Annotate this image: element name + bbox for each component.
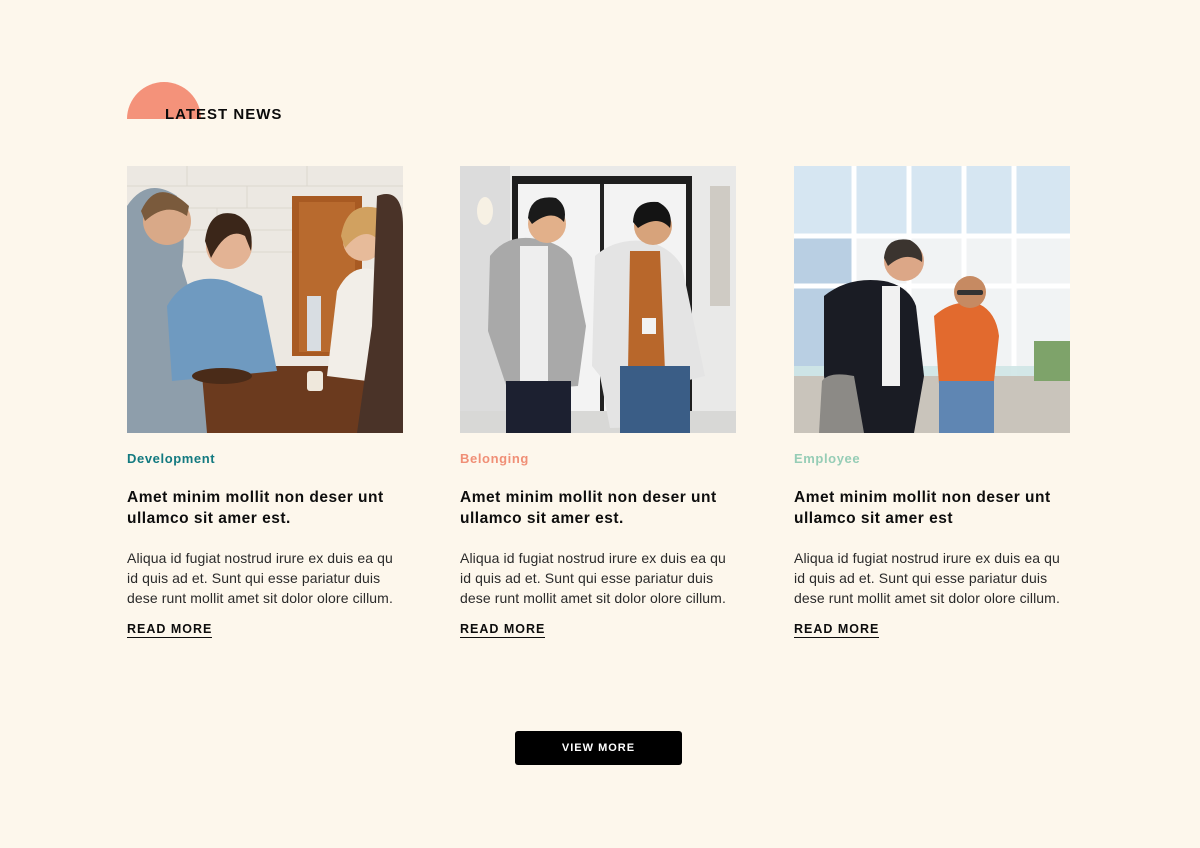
read-more-link[interactable]: READ MORE	[127, 622, 213, 638]
news-card-excerpt: Aliqua id fugiat nostrud irure ex duis e…	[460, 550, 726, 606]
latest-news-page: LATEST NEWS Development Amet minim molli…	[0, 0, 1200, 848]
category-label[interactable]: Belonging	[460, 451, 736, 467]
section-heading: LATEST NEWS	[127, 82, 387, 123]
news-image-hallway[interactable]	[460, 166, 736, 433]
news-card-title[interactable]: Amet minim mollit non deser unt ullamco …	[127, 487, 403, 529]
read-more-link[interactable]: READ MORE	[460, 622, 546, 638]
news-card-development: Development Amet minim mollit non deser …	[127, 166, 403, 638]
news-card-title[interactable]: Amet minim mollit non deser unt ullamco …	[460, 487, 736, 529]
news-card-excerpt: Aliqua id fugiat nostrud irure ex duis e…	[127, 550, 393, 606]
news-card-belonging: Belonging Amet minim mollit non deser un…	[460, 166, 736, 638]
news-image-office[interactable]	[794, 166, 1070, 433]
view-more-button[interactable]: VIEW MORE	[515, 731, 682, 765]
news-card-title[interactable]: Amet minim mollit non deser unt ullamco …	[794, 487, 1070, 529]
category-label[interactable]: Development	[127, 451, 403, 467]
section-title: LATEST NEWS	[165, 106, 283, 123]
news-image-colleagues[interactable]	[127, 166, 403, 433]
news-cards: Development Amet minim mollit non deser …	[127, 166, 1070, 646]
news-card-employee: Employee Amet minim mollit non deser unt…	[794, 166, 1070, 638]
category-label[interactable]: Employee	[794, 451, 1070, 467]
news-card-excerpt: Aliqua id fugiat nostrud irure ex duis e…	[794, 550, 1060, 606]
read-more-link[interactable]: READ MORE	[794, 622, 880, 638]
